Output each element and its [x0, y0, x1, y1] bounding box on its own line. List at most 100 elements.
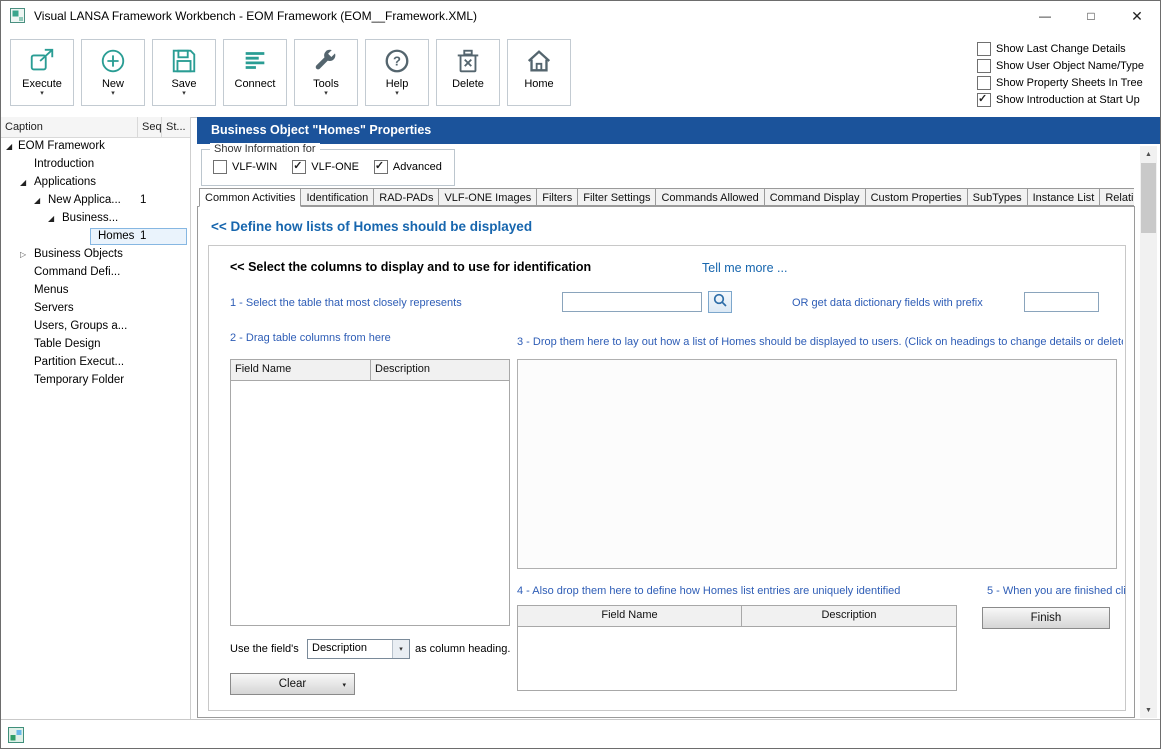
- clear-button-label: Clear: [279, 678, 306, 690]
- tab-content-common-activities: << Define how lists of Homes should be d…: [197, 206, 1135, 718]
- expand-arrow-icon[interactable]: ◢: [6, 142, 12, 151]
- tree-item-table-design[interactable]: Table Design: [1, 336, 190, 354]
- minimize-button[interactable]: —: [1022, 1, 1068, 31]
- help-button[interactable]: ? Help ▾: [365, 39, 429, 106]
- expand-arrow-icon[interactable]: ◢: [20, 178, 26, 187]
- checkbox[interactable]: [292, 160, 306, 174]
- tab-relationships[interactable]: Relationships: [1099, 188, 1134, 206]
- tree-column-status[interactable]: St...: [162, 117, 190, 137]
- expand-arrow-icon[interactable]: ◢: [34, 196, 40, 205]
- new-button[interactable]: New ▾: [81, 39, 145, 106]
- tab-filters[interactable]: Filters: [536, 188, 578, 206]
- tab-vlf-one-images[interactable]: VLF-ONE Images: [438, 188, 537, 206]
- option-advanced[interactable]: Advanced: [374, 160, 442, 174]
- dropdown-caret-icon[interactable]: ▾: [342, 681, 346, 689]
- expand-arrow-icon[interactable]: ◢: [48, 214, 54, 223]
- toolbar-button-label: Tools: [313, 78, 339, 90]
- source-fields-table[interactable]: Field Name Description: [230, 359, 510, 626]
- option-show-user-object-name-type[interactable]: Show User Object Name/Type: [977, 59, 1144, 73]
- page-title: << Define how lists of Homes should be d…: [211, 219, 532, 234]
- toolbar-button-label: Execute: [22, 78, 62, 90]
- list-layout-drop-area[interactable]: [517, 359, 1117, 569]
- step3-instruction: 3 - Drop them here to lay out how a list…: [517, 336, 1123, 348]
- table-search-button[interactable]: [708, 291, 732, 313]
- tree-item-label: Temporary Folder: [34, 374, 124, 386]
- tree-item-business[interactable]: ◢ Business...: [1, 210, 190, 228]
- table-header-row: Field Name Description: [518, 606, 956, 627]
- tab-custom-properties[interactable]: Custom Properties: [865, 188, 968, 206]
- vertical-scrollbar[interactable]: ▲ ▼: [1140, 146, 1157, 718]
- tree-item-temporary-folder[interactable]: Temporary Folder: [1, 372, 190, 390]
- checkbox[interactable]: [213, 160, 227, 174]
- heading-source-combobox[interactable]: Description ▾: [307, 639, 410, 659]
- tree-item-eom-framework[interactable]: ◢ EOM Framework: [1, 138, 190, 156]
- close-button[interactable]: ✕: [1114, 1, 1160, 31]
- checkbox[interactable]: [977, 59, 991, 73]
- checkbox[interactable]: [977, 76, 991, 90]
- dropdown-caret-icon[interactable]: ▾: [182, 90, 186, 98]
- option-show-property-sheets-in-tree[interactable]: Show Property Sheets In Tree: [977, 76, 1144, 90]
- collapse-arrow-icon[interactable]: ▷: [20, 250, 26, 259]
- tab-common-activities[interactable]: Common Activities: [199, 188, 301, 207]
- dropdown-caret-icon[interactable]: ▾: [324, 90, 328, 98]
- tools-button[interactable]: Tools ▾: [294, 39, 358, 106]
- checkbox-label: Advanced: [393, 161, 442, 173]
- tab-command-display[interactable]: Command Display: [764, 188, 866, 206]
- tell-me-more-link[interactable]: Tell me more ...: [702, 261, 787, 275]
- tab-instance-list[interactable]: Instance List: [1027, 188, 1101, 206]
- tree-item-label: Partition Execut...: [34, 356, 124, 368]
- dropdown-caret-icon[interactable]: ▾: [395, 90, 399, 98]
- tab-subtypes[interactable]: SubTypes: [967, 188, 1028, 206]
- tree-item-partition-execution[interactable]: Partition Execut...: [1, 354, 190, 372]
- prefix-input[interactable]: [1024, 292, 1099, 312]
- tree-item-servers[interactable]: Servers: [1, 300, 190, 318]
- tab-rad-pads[interactable]: RAD-PADs: [373, 188, 439, 206]
- tree-item-applications[interactable]: ◢ Applications: [1, 174, 190, 192]
- tab-filter-settings[interactable]: Filter Settings: [577, 188, 656, 206]
- checkbox[interactable]: [977, 93, 991, 107]
- chevron-down-icon[interactable]: ▾: [392, 640, 409, 658]
- option-show-introduction-at-startup[interactable]: Show Introduction at Start Up: [977, 93, 1144, 107]
- tree-item-command-definitions[interactable]: Command Defi...: [1, 264, 190, 282]
- scroll-up-button[interactable]: ▲: [1140, 146, 1157, 162]
- tab-identification[interactable]: Identification: [300, 188, 374, 206]
- step2-instruction: 2 - Drag table columns from here: [230, 332, 391, 344]
- help-question-icon: ?: [383, 45, 411, 77]
- connect-button[interactable]: Connect: [223, 39, 287, 106]
- option-show-last-change-details[interactable]: Show Last Change Details: [977, 42, 1144, 56]
- tree-column-seq[interactable]: Seq: [138, 117, 162, 137]
- tree-item-users-groups[interactable]: Users, Groups a...: [1, 318, 190, 336]
- column-header-description[interactable]: Description: [371, 360, 509, 380]
- tree-item-homes-selected[interactable]: Homes 1: [1, 228, 190, 246]
- tab-commands-allowed[interactable]: Commands Allowed: [655, 188, 764, 206]
- execute-button[interactable]: Execute ▾: [10, 39, 74, 106]
- maximize-button[interactable]: □: [1068, 1, 1114, 31]
- column-header-field-name[interactable]: Field Name: [518, 606, 742, 626]
- tree-item-introduction[interactable]: Introduction: [1, 156, 190, 174]
- checkbox[interactable]: [374, 160, 388, 174]
- dropdown-caret-icon[interactable]: ▾: [111, 90, 115, 98]
- scroll-down-button[interactable]: ▼: [1140, 702, 1157, 718]
- step5-instruction: 5 - When you are finished cli: [987, 585, 1126, 597]
- tree-item-business-objects[interactable]: ▷ Business Objects: [1, 246, 190, 264]
- option-vlf-one[interactable]: VLF-ONE: [292, 160, 359, 174]
- identification-table[interactable]: Field Name Description: [517, 605, 957, 691]
- tree-item-menus[interactable]: Menus: [1, 282, 190, 300]
- tree-column-caption[interactable]: Caption: [1, 117, 138, 137]
- table-search-input[interactable]: [562, 292, 702, 312]
- clear-button[interactable]: Clear ▾: [230, 673, 355, 695]
- save-button[interactable]: Save ▾: [152, 39, 216, 106]
- finish-button[interactable]: Finish: [982, 607, 1110, 629]
- checkbox[interactable]: [977, 42, 991, 56]
- column-header-description[interactable]: Description: [742, 606, 956, 626]
- dropdown-caret-icon[interactable]: ▾: [40, 90, 44, 98]
- home-button[interactable]: Home: [507, 39, 571, 106]
- option-vlf-win[interactable]: VLF-WIN: [213, 160, 277, 174]
- delete-button[interactable]: Delete: [436, 39, 500, 106]
- toolbar-button-label: Connect: [235, 78, 276, 90]
- tree-item-label: Applications: [34, 176, 96, 188]
- tree-item-label: Servers: [34, 302, 74, 314]
- column-header-field-name[interactable]: Field Name: [231, 360, 371, 380]
- tree-item-new-application[interactable]: ◢ New Applica... 1: [1, 192, 190, 210]
- scrollbar-thumb[interactable]: [1141, 163, 1156, 233]
